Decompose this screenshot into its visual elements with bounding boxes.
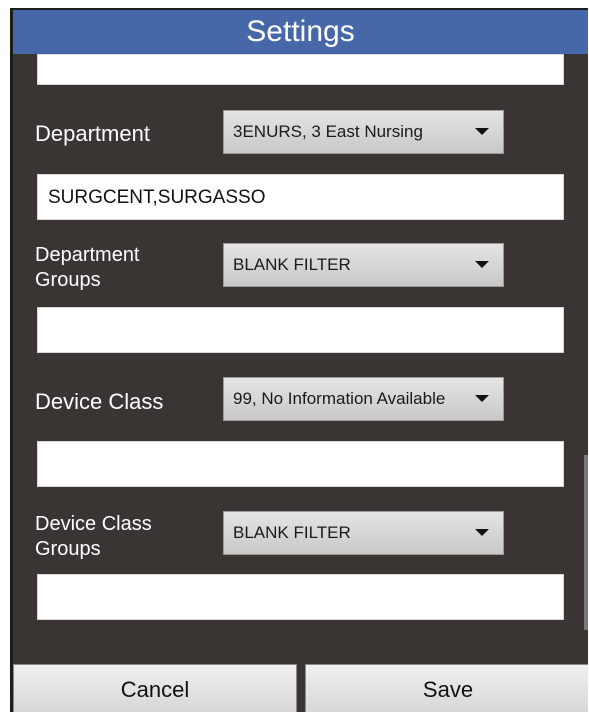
device-class-groups-select-value: BLANK FILTER [233,523,351,542]
chevron-down-icon [475,128,489,135]
device-class-groups-select[interactable]: BLANK FILTER [223,511,504,555]
chevron-down-icon [475,395,489,402]
scrollbar[interactable] [584,455,588,630]
device-class-select-value: 99, No Information Available [233,389,446,408]
department-select-value: 3ENURS, 3 East Nursing [233,122,423,141]
device-class-groups-label-line2: Groups [35,538,101,560]
department-groups-label-line2: Groups [35,269,101,291]
device-class-groups-label: Device Class Groups [35,512,152,562]
department-groups-select[interactable]: BLANK FILTER [223,243,504,287]
department-groups-select-value: BLANK FILTER [233,255,351,274]
device-class-groups-field[interactable] [37,574,564,620]
department-field[interactable]: SURGCENT,SURGASSO [37,174,564,220]
device-class-field[interactable] [37,441,564,487]
save-button[interactable]: Save [305,664,588,712]
top-text-field[interactable] [37,54,564,85]
device-class-select[interactable]: 99, No Information Available [223,377,504,421]
cancel-button[interactable]: Cancel [13,664,297,712]
device-class-groups-label-line1: Device Class [35,513,152,535]
department-label: Department [35,121,150,146]
page-title: Settings [13,10,588,54]
chevron-down-icon [475,529,489,536]
department-groups-field[interactable] [37,307,564,353]
device-class-label: Device Class [35,389,164,414]
department-groups-label-line1: Department [35,244,140,266]
department-groups-label: Department Groups [35,243,140,293]
settings-screen: Settings Department 3ENURS, 3 East Nursi… [10,8,588,712]
department-select[interactable]: 3ENURS, 3 East Nursing [223,110,504,154]
chevron-down-icon [475,261,489,268]
